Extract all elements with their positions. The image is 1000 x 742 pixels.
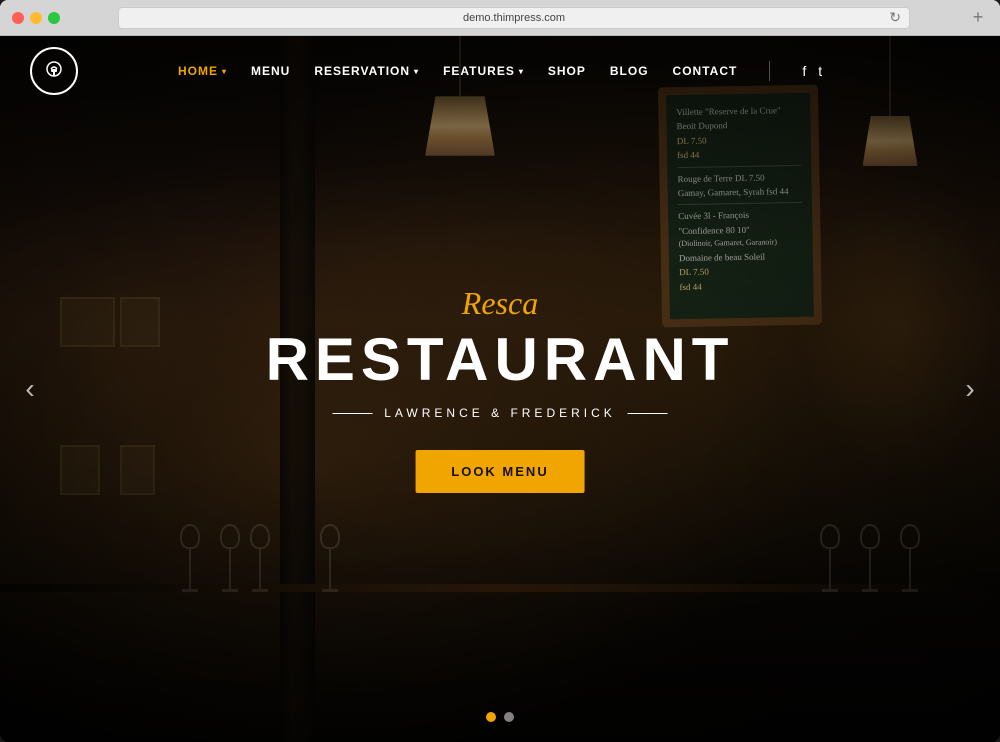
subtitle-line-left [332, 413, 372, 414]
hero-content: Resca RESTAURANT LAWRENCE & FREDERICK LO… [266, 285, 735, 493]
slider-dots [486, 712, 514, 722]
nav-blog[interactable]: BLOG [610, 64, 649, 78]
new-tab-button[interactable]: + [968, 8, 988, 28]
hero-subtitle: LAWRENCE & FREDERICK [266, 406, 735, 420]
twitter-icon[interactable]: t [818, 63, 822, 79]
traffic-lights [12, 12, 60, 24]
facebook-icon[interactable]: f [802, 63, 806, 79]
nav-menu[interactable]: MENU [251, 64, 290, 78]
hero-title: RESTAURANT [266, 330, 735, 390]
nav-shop[interactable]: SHOP [548, 64, 586, 78]
refresh-icon[interactable]: ↻ [889, 9, 901, 26]
subtitle-line-right [628, 413, 668, 414]
cta-button[interactable]: LOOK MENU [415, 450, 584, 493]
slider-next-button[interactable]: › [950, 369, 990, 409]
home-chevron: ▾ [222, 67, 227, 76]
reservation-chevron: ▾ [414, 67, 419, 76]
close-button[interactable] [12, 12, 24, 24]
navigation: HOME ▾ MENU RESERVATION ▾ FEATURES ▾ SHO… [0, 36, 1000, 106]
slider-prev-button[interactable]: ‹ [10, 369, 50, 409]
logo[interactable] [30, 47, 78, 95]
hero-script-text: Resca [266, 285, 735, 322]
minimize-button[interactable] [30, 12, 42, 24]
nav-reservation[interactable]: RESERVATION ▾ [314, 64, 419, 78]
slider-dot-2[interactable] [504, 712, 514, 722]
maximize-button[interactable] [48, 12, 60, 24]
address-bar[interactable]: demo.thimpress.com ↻ [118, 7, 910, 29]
browser-titlebar: demo.thimpress.com ↻ + [0, 0, 1000, 36]
nav-social: f t [802, 63, 822, 79]
url-text: demo.thimpress.com [463, 12, 565, 24]
nav-contact[interactable]: CONTACT [673, 64, 738, 78]
nav-features[interactable]: FEATURES ▾ [443, 64, 524, 78]
nav-home[interactable]: HOME ▾ [178, 64, 227, 78]
browser-window: demo.thimpress.com ↻ + Vil [0, 0, 1000, 742]
nav-divider [769, 61, 770, 81]
nav-links: HOME ▾ MENU RESERVATION ▾ FEATURES ▾ SHO… [178, 61, 822, 81]
website-content: Villette "Reserve de la Crue" Beoit Dupo… [0, 36, 1000, 742]
slider-dot-1[interactable] [486, 712, 496, 722]
features-chevron: ▾ [519, 67, 524, 76]
